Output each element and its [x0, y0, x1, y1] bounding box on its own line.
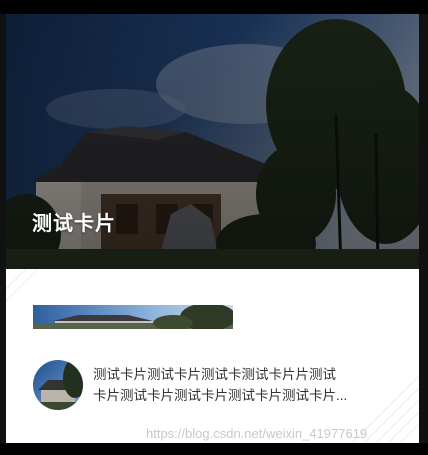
- top-black-bar: [0, 0, 428, 14]
- card-description: 测试卡片测试卡片测试卡测试卡片片测试 卡片测试卡片测试卡片测试卡片测试卡片...: [93, 364, 393, 406]
- card-title: 测试卡片: [32, 213, 116, 235]
- card-banner-thumbnail[interactable]: [33, 305, 233, 329]
- card-description-line-1: 测试卡片测试卡片测试卡测试卡片片测试: [93, 367, 336, 382]
- card-avatar[interactable]: [33, 360, 83, 410]
- card-description-line-2: 卡片测试卡片测试卡片测试卡片测试卡片...: [93, 388, 348, 403]
- card-hero-image: 测试卡片: [6, 14, 419, 269]
- watermark-text: https://blog.csdn.net/weixin_41977619: [146, 426, 368, 441]
- bottom-black-bar: [0, 443, 428, 455]
- background-hatch: [6, 269, 419, 443]
- card[interactable]: 测试卡片 测试卡片测试卡片测试卡测试卡片片测试 卡片测试卡片测试卡片测试卡片测试…: [6, 14, 419, 443]
- right-frame-edge: [419, 14, 428, 443]
